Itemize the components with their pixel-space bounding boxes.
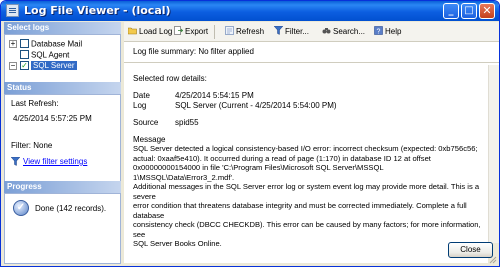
app-icon (6, 4, 19, 17)
selected-row-details-header: Selected row details: (133, 74, 207, 83)
last-refresh-label: Last Refresh: (11, 99, 59, 108)
search-label: Search... (333, 27, 366, 36)
export-button[interactable]: Export (174, 26, 208, 38)
message-label: Message (133, 135, 166, 144)
message-line: error condition that threatens database … (133, 201, 467, 220)
select-logs-header: Select logs (4, 22, 121, 34)
filter-icon (11, 157, 20, 166)
view-filter-settings-link[interactable]: View filter settings (23, 157, 87, 166)
refresh-button[interactable]: Refresh (225, 26, 264, 38)
tree-item-sql-server[interactable]: − ✓ SQL Server (9, 60, 77, 71)
tree-item-database-mail[interactable]: + Database Mail (9, 38, 82, 49)
vertical-scrollbar[interactable] (488, 65, 499, 243)
source-label: Source (133, 118, 159, 127)
message-line: SQL Server detected a logical consistenc… (133, 144, 478, 153)
date-label: Date (133, 91, 150, 100)
title-bar[interactable]: Log File Viewer - (local) _ □ ✕ (1, 1, 499, 21)
left-pane: Select logs + Database Mail SQL Agent − ✓ S… (4, 22, 121, 264)
close-icon[interactable]: ✕ (479, 3, 495, 19)
progress-header: Progress (4, 181, 121, 193)
tree-item-sql-agent[interactable]: SQL Agent (20, 49, 69, 60)
message-line: 0x00000000154000 in file 'C:\Program Fil… (133, 163, 384, 182)
filter-label: Filter... (285, 27, 310, 36)
minimize-icon[interactable]: _ (443, 3, 459, 19)
refresh-icon (225, 26, 234, 36)
log-value: SQL Server (Current - 4/25/2014 5:54:00 … (175, 101, 337, 110)
message-line: consistency check (DBCC CHECKDB). This e… (133, 220, 481, 239)
checkmark-icon: ✓ (13, 200, 29, 216)
progress-panel: ✓ Done (142 records). (4, 193, 121, 264)
log-view-pane: Load Log Export Refresh Filter... Search… (124, 22, 499, 263)
log-file-summary: Log file summary: No filter applied (124, 43, 499, 63)
expand-icon[interactable]: + (9, 39, 17, 48)
help-label: Help (385, 27, 402, 36)
resize-grip-icon[interactable] (488, 255, 497, 264)
export-label: Export (185, 27, 209, 36)
filter-button[interactable]: Filter... (274, 26, 309, 38)
source-value: spid55 (175, 118, 199, 127)
svg-text:?: ? (377, 29, 381, 36)
load-log-button[interactable]: Load Log (128, 26, 172, 38)
sql-server-checkbox[interactable]: ✓ (20, 61, 29, 71)
window-title: Log File Viewer - (local) (24, 4, 171, 17)
status-header: Status (4, 82, 121, 94)
help-icon: ? (374, 26, 383, 35)
search-icon (322, 28, 331, 34)
progress-text: Done (142 records). (35, 204, 107, 213)
toolbar-separator (214, 25, 215, 39)
log-label: Log (133, 101, 147, 110)
sql-agent-checkbox[interactable] (20, 50, 29, 60)
toolbar: Load Log Export Refresh Filter... Search… (124, 22, 499, 42)
folder-icon (128, 28, 137, 35)
export-icon (174, 26, 183, 36)
close-button[interactable]: Close (448, 242, 493, 258)
filter-status: Filter: None (11, 141, 53, 150)
tree-item-label: SQL Agent (31, 50, 70, 60)
last-refresh-value: 4/25/2014 5:57:25 PM (13, 114, 92, 123)
database-mail-checkbox[interactable] (20, 39, 29, 49)
filter-icon (274, 26, 283, 36)
help-button[interactable]: ? Help (374, 26, 401, 38)
log-file-viewer-window: Log File Viewer - (local) _ □ ✕ Select l… (0, 0, 500, 267)
refresh-label: Refresh (236, 27, 265, 36)
message-line: actual: 0xaaf5e410). It occurred during … (133, 153, 431, 163)
load-log-label: Load Log (139, 27, 173, 36)
row-details-panel: Selected row details: Date 4/25/2014 5:5… (124, 65, 488, 263)
message-text: SQL Server detected a logical consistenc… (133, 144, 481, 249)
search-button[interactable]: Search... (322, 26, 365, 38)
date-value: 4/25/2014 5:54:15 PM (175, 91, 254, 100)
maximize-icon[interactable]: □ (461, 3, 477, 19)
tree-item-label: SQL Server (31, 61, 77, 71)
collapse-icon[interactable]: − (9, 61, 17, 70)
message-line: Additional messages in the SQL Server er… (133, 182, 480, 201)
message-line: SQL Server Books Online. (133, 239, 222, 248)
tree-item-label: Database Mail (31, 39, 83, 49)
